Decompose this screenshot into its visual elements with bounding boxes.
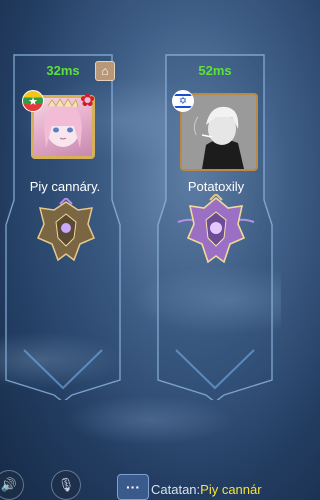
israel-flag-icon: ✡ [172, 90, 194, 112]
smoking-boy-portrait-icon [182, 95, 256, 169]
chat-sender: Piy cannár [200, 482, 262, 497]
myanmar-flag-icon: ★ [22, 90, 44, 112]
chat-button[interactable]: ··· [117, 474, 149, 500]
mic-muted-icon[interactable]: 🎙 [51, 470, 81, 500]
ping-label: 52ms [198, 63, 232, 78]
player-name: Piy cannáry. [29, 179, 101, 194]
home-icon[interactable]: ⌂ [95, 61, 115, 81]
bottom-bar: 🔊 🎙 ··· Catatan:Piy cannár [0, 470, 281, 500]
rank-emblem-icon [177, 194, 255, 264]
rose-icon: ✿ [80, 90, 96, 110]
player-name: Potatoxily [187, 179, 245, 194]
chat-message: Catatan:Piy cannár [151, 482, 262, 497]
rank-emblem-icon [37, 198, 95, 262]
voice-icon[interactable]: 🔊 [0, 470, 24, 500]
chat-prefix: Catatan: [151, 482, 201, 497]
